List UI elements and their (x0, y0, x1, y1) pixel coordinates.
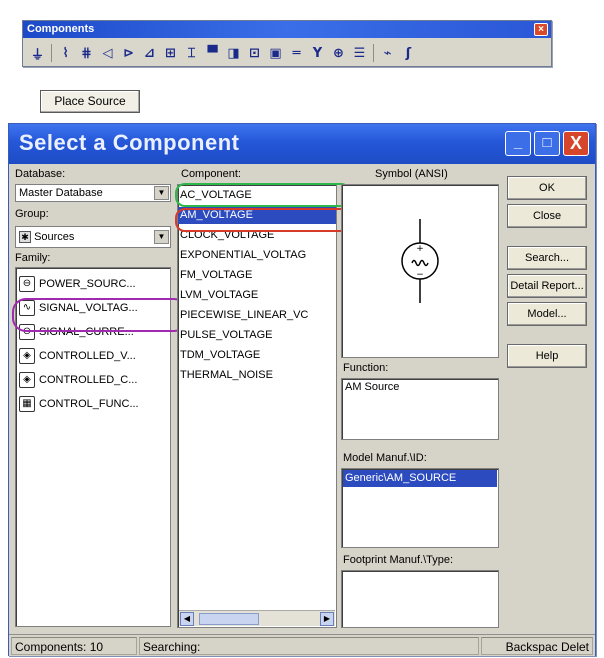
model-list[interactable]: Generic\AM_SOURCE (341, 468, 499, 548)
ground-icon[interactable]: ⏚ (27, 43, 48, 63)
component-group-icons: ⏚ ⌇ ⋕ ◁ ⊳ ⊿ ⊞ ⌶ ▀ ◨ ⊡ ▣ ═ Y ⊕ ☰ ⌁ ʃ (27, 42, 547, 64)
group-select[interactable]: ✱ Sources ▼ (15, 226, 171, 248)
chevron-down-icon[interactable]: ▼ (154, 230, 169, 244)
family-item-label: CONTROLLED_C... (39, 374, 138, 386)
footprint-label: Footprint Manuf.\Type: (343, 554, 454, 566)
database-value: Master Database (19, 187, 103, 199)
family-item-label: CONTROLLED_V... (39, 350, 136, 362)
component-item[interactable]: LVM_VOLTAGE (178, 287, 336, 304)
rf-icon[interactable]: ☰ (349, 43, 370, 63)
family-item-label: CONTROL_FUNC... (39, 398, 139, 410)
chevron-down-icon[interactable]: ▼ (154, 186, 169, 200)
ladder-icon[interactable]: ʃ (398, 43, 419, 63)
family-label: Family: (15, 252, 51, 264)
status-components-count: Components: 10 (11, 637, 137, 655)
symbol-preview: + − (341, 184, 499, 358)
select-component-dialog: Select a Component _ □ X Database: Maste… (8, 123, 596, 656)
component-item[interactable]: EXPONENTIAL_VOLTAG (178, 247, 336, 264)
toolbar-separator (373, 44, 374, 62)
control-function-icon: ▦ (19, 396, 35, 412)
group-value: Sources (34, 231, 75, 243)
model-label: Model Manuf.\ID: (343, 452, 427, 464)
model-item-selected[interactable]: Generic\AM_SOURCE (343, 470, 497, 487)
misc-icon[interactable]: ⊕ (328, 43, 349, 63)
symbol-label: Symbol (ANSI) (375, 168, 448, 180)
transistor-icon[interactable]: ⊳ (118, 43, 139, 63)
electromechanical-icon[interactable]: ⌁ (377, 43, 398, 63)
footprint-list[interactable] (341, 570, 499, 628)
component-item[interactable]: THERMAL_NOISE (178, 367, 336, 384)
function-value-box: AM Source (341, 378, 499, 440)
detail-report-button[interactable]: Detail Report... (507, 274, 587, 298)
misc-digital-icon[interactable]: ⊡ (244, 43, 265, 63)
mixed-icon[interactable]: ▣ (265, 43, 286, 63)
power-component-icon[interactable]: Y (307, 43, 328, 63)
close-button[interactable]: Close (507, 204, 587, 228)
minimize-button[interactable]: _ (505, 131, 531, 156)
scrollbar-thumb[interactable] (199, 613, 259, 625)
place-source-button[interactable]: Place Source (40, 90, 140, 113)
dialog-title: Select a Component (19, 130, 240, 155)
model-button[interactable]: Model... (507, 302, 587, 326)
sources-group-icon: ✱ (19, 231, 31, 244)
family-item[interactable]: ◈ CONTROLLED_C... (19, 368, 167, 392)
status-searching: Searching: (139, 637, 479, 655)
scroll-right-icon[interactable]: ▶ (320, 612, 334, 626)
search-button[interactable]: Search... (507, 246, 587, 270)
status-hint: Backspac Delet (481, 637, 593, 655)
database-select[interactable]: Master Database ▼ (15, 184, 171, 202)
toolbar-close-button[interactable]: × (534, 23, 548, 36)
mcu-icon[interactable]: ▀ (202, 43, 223, 63)
svg-text:+: + (416, 244, 424, 254)
controlled-voltage-icon: ◈ (19, 348, 35, 364)
power-source-icon: ⊖ (19, 276, 35, 292)
component-item[interactable]: PULSE_VOLTAGE (178, 327, 336, 344)
family-item[interactable]: ⊖ POWER_SOURC... (19, 272, 167, 296)
ttl-icon[interactable]: ⊞ (160, 43, 181, 63)
component-item[interactable]: FM_VOLTAGE (178, 267, 336, 284)
indicator-icon[interactable]: ═ (286, 43, 307, 63)
ac-voltage-highlight-outline (175, 183, 351, 207)
scroll-left-icon[interactable]: ◀ (180, 612, 194, 626)
component-item[interactable]: TDM_VOLTAGE (178, 347, 336, 364)
component-list-scrollbar[interactable]: ◀ ▶ (179, 610, 335, 626)
toolbar-separator (51, 44, 52, 62)
ok-button[interactable]: OK (507, 176, 587, 200)
group-label: Group: (15, 208, 49, 220)
component-item[interactable]: PIECEWISE_LINEAR_VC (178, 307, 336, 324)
dialog-close-button[interactable]: X (563, 131, 589, 156)
maximize-button[interactable]: □ (534, 131, 560, 156)
controlled-current-icon: ◈ (19, 372, 35, 388)
svg-text:−: − (416, 270, 424, 280)
am-voltage-highlight-outline (175, 208, 351, 232)
cmos-icon[interactable]: ⌶ (181, 43, 202, 63)
analog-icon[interactable]: ⊿ (139, 43, 160, 63)
components-toolbar-window: Components × ⏚ ⌇ ⋕ ◁ ⊳ ⊿ ⊞ ⌶ ▀ ◨ ⊡ ▣ ═ Y ⊕ ☰ ⌁ ʃ (22, 20, 552, 67)
components-toolbar-title: Components (23, 21, 551, 38)
resistor-icon[interactable]: ⌇ (55, 43, 76, 63)
function-value: AM Source (345, 381, 400, 393)
database-label: Database: (15, 168, 66, 180)
family-item-label: POWER_SOURC... (39, 278, 136, 290)
am-source-symbol-icon: + − (401, 219, 439, 303)
status-bar: Components: 10 Searching: Backspac Delet (9, 634, 595, 656)
component-list[interactable]: AC_VOLTAGE AM_VOLTAGE CLOCK_VOLTAGE EXPONEN… (177, 184, 337, 628)
family-item[interactable]: ▦ CONTROL_FUNC... (19, 392, 167, 416)
coil-icon[interactable]: ⋕ (76, 43, 97, 63)
function-label: Function: (343, 362, 389, 374)
diode-icon[interactable]: ◁ (97, 43, 118, 63)
component-label: Component: (181, 168, 241, 180)
advanced-peripherals-icon[interactable]: ◨ (223, 43, 244, 63)
family-highlight-outline (12, 298, 188, 332)
family-item[interactable]: ◈ CONTROLLED_V... (19, 344, 167, 368)
help-button[interactable]: Help (507, 344, 587, 368)
